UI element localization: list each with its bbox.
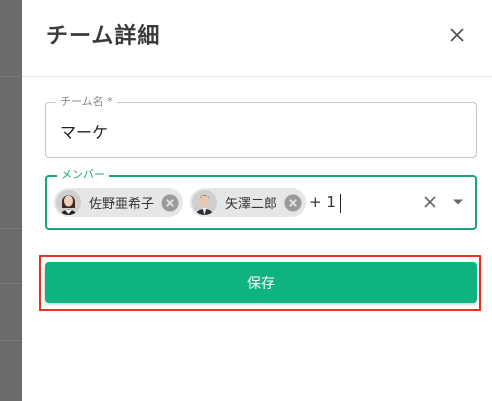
backdrop-divider	[0, 283, 22, 284]
close-icon	[450, 28, 464, 42]
backdrop	[0, 0, 22, 401]
members-label: メンバー	[57, 168, 109, 182]
dropdown-button[interactable]	[449, 193, 467, 211]
save-button[interactable]: 保存	[45, 262, 477, 303]
cancel-circle-icon	[284, 194, 302, 211]
female-avatar	[56, 190, 81, 215]
team-detail-dialog: チーム詳細 チーム名 * マーケ メンバー 佐野亜希子 矢澤二郎 + 1 保存	[22, 0, 492, 401]
backdrop-divider	[0, 228, 22, 229]
members-field[interactable]: メンバー 佐野亜希子 矢澤二郎 + 1	[45, 168, 477, 230]
cancel-circle-icon	[161, 194, 179, 211]
header-divider	[22, 76, 492, 77]
team-name-value[interactable]: マーケ	[60, 119, 108, 143]
chip-delete-button[interactable]	[160, 193, 179, 212]
member-chip-name: 佐野亜希子	[89, 197, 155, 212]
close-button[interactable]	[442, 20, 472, 50]
more-members-count: + 1	[309, 193, 336, 211]
clear-button[interactable]	[421, 193, 439, 211]
chevron-down-icon	[453, 199, 463, 205]
male-avatar	[192, 190, 217, 215]
clear-icon	[424, 196, 436, 208]
team-name-field[interactable]: チーム名 * マーケ	[45, 95, 477, 158]
member-chip-name: 矢澤二郎	[225, 197, 278, 212]
backdrop-divider	[0, 76, 22, 77]
member-chip[interactable]: 佐野亜希子	[54, 188, 184, 217]
team-name-label: チーム名 *	[56, 95, 117, 109]
chip-delete-button[interactable]	[283, 193, 302, 212]
dialog-title: チーム詳細	[46, 24, 161, 49]
member-chip[interactable]: 矢澤二郎	[190, 188, 307, 217]
text-caret	[340, 194, 341, 213]
backdrop-divider	[0, 340, 22, 341]
